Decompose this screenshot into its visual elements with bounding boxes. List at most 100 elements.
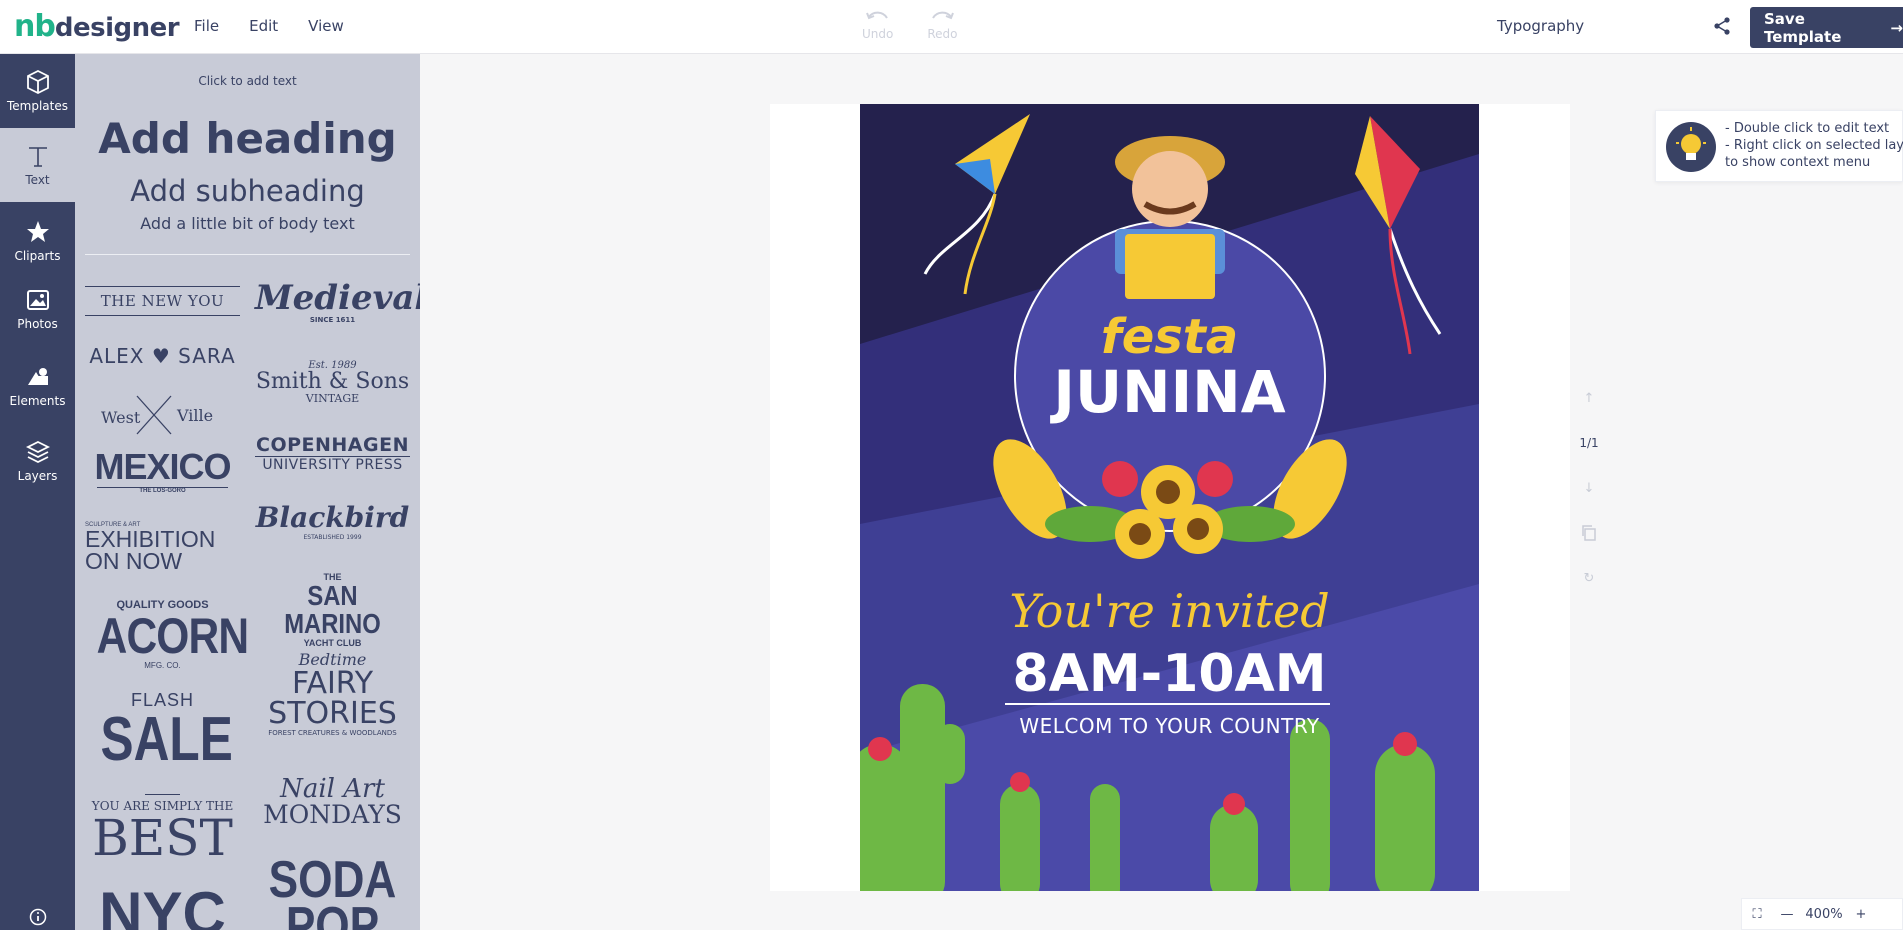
- logo-designer: designer: [54, 13, 180, 43]
- mexico-sub-text: THE LOS-GORO: [97, 487, 228, 494]
- cube-icon: [26, 69, 49, 95]
- west-text: West: [101, 408, 141, 427]
- typography-template-west-ville[interactable]: West Ville: [85, 394, 240, 438]
- tip-box: - Double click to edit text - Right clic…: [1655, 110, 1903, 182]
- add-subheading-button[interactable]: Add subheading: [75, 174, 420, 208]
- typography-template-fairy-stories[interactable]: Bedtime FAIRY STORIES FOREST CREATURES &…: [255, 650, 410, 737]
- typography-template-blackbird[interactable]: Blackbird ESTABLISHED 1999: [255, 501, 410, 542]
- redo-icon: [932, 11, 955, 20]
- rail-label-elements: Elements: [9, 394, 66, 408]
- tip-text: - Double click to edit text - Right clic…: [1725, 120, 1903, 171]
- typography-template-soda-pop[interactable]: SODA POP: [255, 854, 410, 930]
- sale-text: SALE: [100, 705, 233, 774]
- best-divider: [145, 794, 180, 795]
- zoom-in-icon[interactable]: +: [1846, 907, 1876, 922]
- best-text: BEST: [92, 809, 233, 867]
- shapes-icon: [27, 368, 48, 385]
- add-body-text-button[interactable]: Add a little bit of body text: [75, 214, 420, 233]
- menu-edit[interactable]: Edit: [249, 17, 278, 35]
- typography-template-best[interactable]: YOU ARE SIMPLY THE BEST: [85, 794, 240, 863]
- save-template-label: Save Template: [1764, 9, 1842, 46]
- typography-template-mexico[interactable]: MEXICO THE LOS-GORO: [85, 449, 240, 495]
- typography-template-acorn[interactable]: QUALITY GOODS ACORN MFG. CO.: [85, 599, 249, 670]
- ville-text: Ville: [177, 406, 214, 425]
- blackbird-sub-text: ESTABLISHED 1999: [303, 534, 362, 541]
- typography-template-nyc[interactable]: NYC: [85, 884, 240, 930]
- pop-text: POP: [285, 897, 380, 930]
- save-template-button[interactable]: Save Template →: [1750, 7, 1903, 48]
- poster-junina[interactable]: JUNINA: [860, 358, 1479, 426]
- rail-item-layers[interactable]: Layers: [0, 424, 75, 498]
- copy-page-icon[interactable]: [1578, 522, 1600, 544]
- text-panel: Click to add text Add heading Add subhea…: [75, 54, 420, 930]
- arrow-up-icon[interactable]: ↑: [1578, 387, 1600, 409]
- poster-invited[interactable]: You're invited: [860, 584, 1479, 638]
- blackbird-text: Blackbird: [255, 501, 410, 534]
- share-icon[interactable]: [1712, 16, 1732, 36]
- typography-template-alex-sara[interactable]: ALEX ♥ SARA: [85, 344, 240, 368]
- main-menu: File Edit View: [194, 17, 344, 35]
- medieval-text: Medieval: [255, 278, 420, 318]
- star-icon: [26, 221, 49, 242]
- add-heading-button[interactable]: Add heading: [75, 114, 420, 163]
- rail-item-photos[interactable]: Photos: [0, 272, 75, 346]
- redo-button[interactable]: Redo: [927, 9, 958, 41]
- typography-template-flash-sale[interactable]: FLASH SALE: [85, 690, 240, 774]
- poster-festa[interactable]: festa: [860, 309, 1479, 365]
- app-logo[interactable]: nb designer: [14, 9, 180, 44]
- undo-label: Undo: [862, 27, 894, 41]
- info-icon[interactable]: [29, 908, 47, 926]
- acorn-text: ACORN: [96, 608, 249, 664]
- fairy-text: FAIRY: [291, 666, 374, 701]
- typography-template-copenhagen[interactable]: COPENHAGEN UNIVERSITY PRESS: [255, 434, 410, 473]
- typography-template-smith-sons[interactable]: Est. 1989 Smith & Sons VINTAGE: [255, 360, 410, 404]
- san-marino-text: SAN MARINO: [284, 580, 381, 639]
- undo-button[interactable]: Undo: [862, 9, 893, 41]
- logo-nb: nb: [14, 9, 56, 44]
- arrow-down-icon[interactable]: ↓: [1578, 477, 1600, 499]
- panel-divider: [85, 254, 410, 255]
- rail-item-cliparts[interactable]: Cliparts: [0, 204, 75, 278]
- mondays-text: MONDAYS: [263, 800, 402, 829]
- exhibition-text: EXHIBITION: [85, 526, 216, 552]
- forest-text: FOREST CREATURES & WOODLANDS: [268, 729, 397, 737]
- tip-line-1: - Double click to edit text: [1725, 121, 1890, 136]
- zoom-out-icon[interactable]: —: [1772, 907, 1802, 922]
- stories-text: STORIES: [268, 696, 397, 731]
- cactus-6: [1290, 719, 1330, 891]
- cactus-5: [1210, 804, 1258, 891]
- on-now-text: ON NOW: [85, 548, 183, 574]
- left-rail: Templates Text Cliparts Photos Elements …: [0, 54, 75, 930]
- refresh-icon[interactable]: ↻: [1578, 567, 1600, 589]
- smith-sons-text: Smith & Sons: [255, 369, 410, 394]
- cactus-4: [1090, 784, 1120, 891]
- poster-canvas[interactable]: festa JUNINA You're invited 8AM-10AM WEL…: [860, 104, 1479, 891]
- typography-template-san-marino[interactable]: THE SAN MARINO YACHT CLUB: [255, 572, 410, 648]
- rail-item-text[interactable]: Text: [0, 128, 75, 202]
- new-you-text: THE NEW YOU: [85, 286, 240, 316]
- typography-template-new-you[interactable]: THE NEW YOU: [85, 286, 240, 316]
- poster-welcome[interactable]: WELCOM TO YOUR COUNTRY: [860, 714, 1479, 738]
- rail-label-templates: Templates: [6, 99, 68, 113]
- cactus-3: [1000, 784, 1040, 891]
- photo-icon: [26, 290, 49, 310]
- menu-view[interactable]: View: [308, 17, 344, 35]
- typography-template-medieval[interactable]: Medieval SINCE 1611: [255, 278, 420, 324]
- fullscreen-icon[interactable]: ⛶: [1742, 907, 1772, 922]
- lightbulb-icon: [1666, 122, 1716, 172]
- arrow-right-icon: →: [1890, 18, 1903, 37]
- rail-item-templates[interactable]: Templates: [0, 54, 75, 128]
- university-press-text: UNIVERSITY PRESS: [262, 457, 403, 473]
- poster-time[interactable]: 8AM-10AM: [860, 644, 1479, 704]
- page-indicator: 1/1: [1579, 436, 1599, 450]
- rail-label-text: Text: [25, 173, 50, 187]
- player-face: [1132, 151, 1208, 227]
- typography-template-exhibition[interactable]: SCULPTURE & ART EXHIBITION ON NOW: [85, 522, 240, 574]
- cherries: [1102, 461, 1138, 497]
- undo-redo-group: Undo Redo: [862, 9, 958, 41]
- menu-file[interactable]: File: [194, 17, 219, 35]
- rail-label-photos: Photos: [17, 317, 58, 331]
- typography-template-nail-art[interactable]: Nail Art MONDAYS: [255, 776, 410, 828]
- rail-item-elements[interactable]: Elements: [0, 349, 75, 423]
- sara-text: SARA: [178, 344, 236, 368]
